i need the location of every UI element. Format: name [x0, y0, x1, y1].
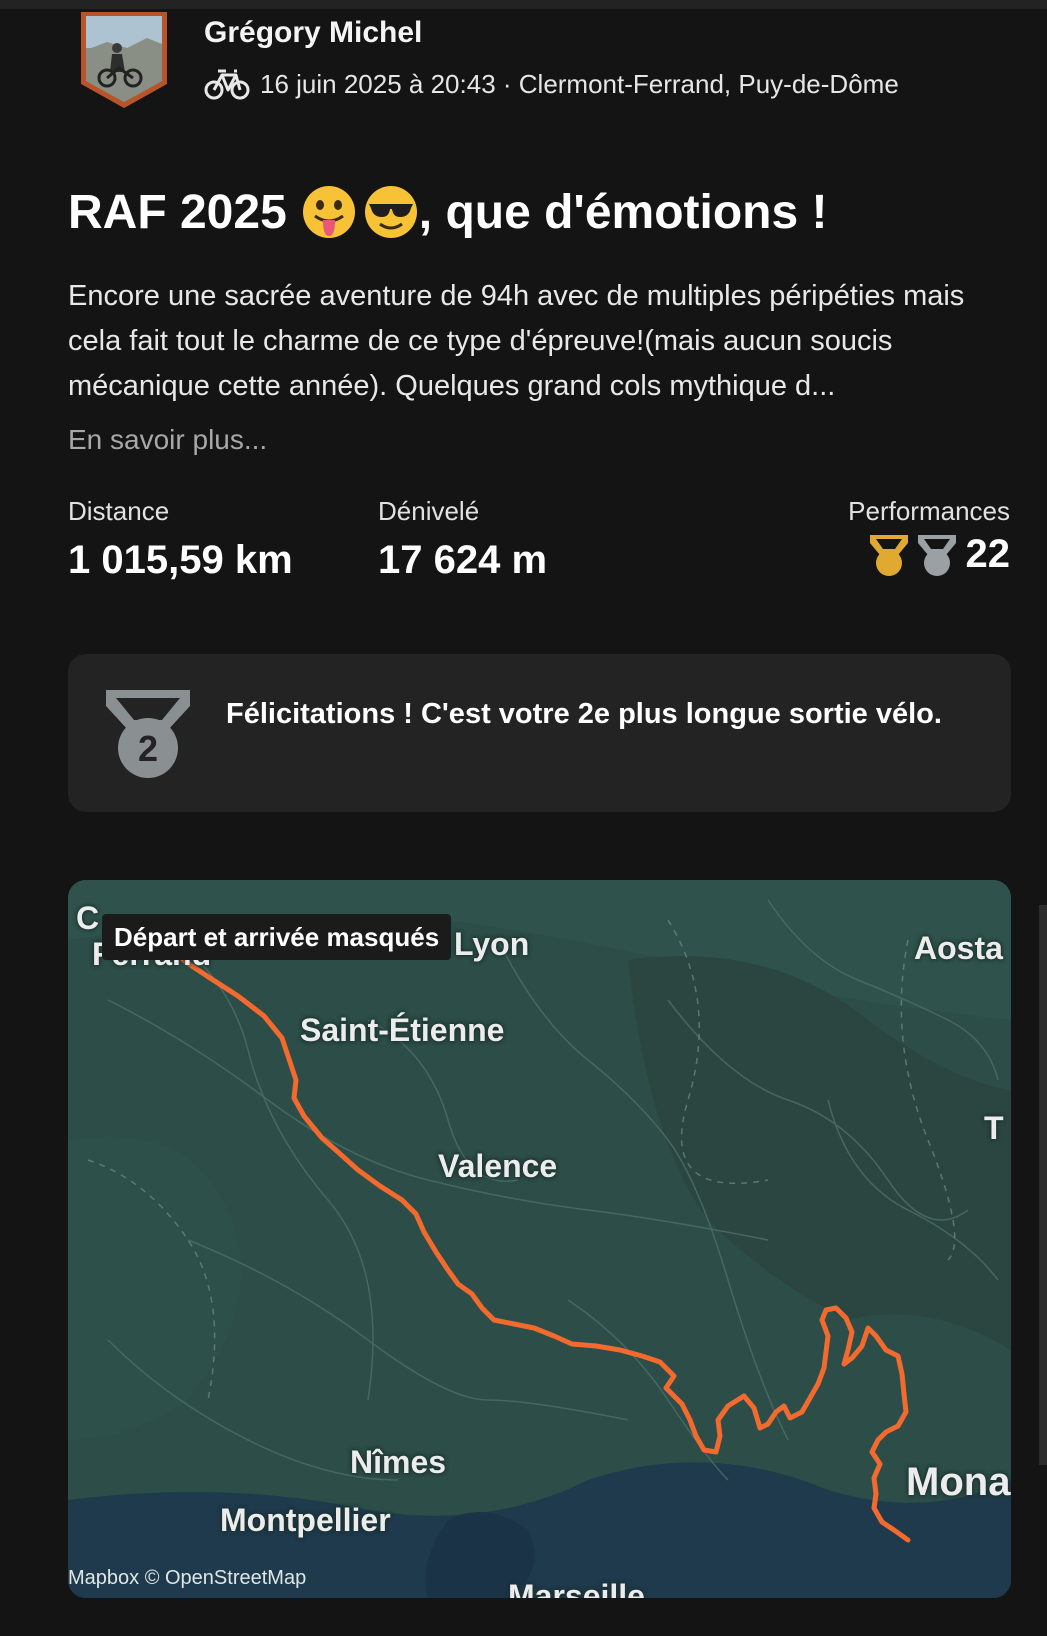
map-terrain: [68, 880, 1011, 1598]
map-label-monaco: Mona: [906, 1460, 1011, 1504]
map-label-clermont-top: C: [76, 900, 100, 936]
map-label-marseille: Marseille: [508, 1578, 645, 1598]
activity-meta: 16 juin 2025 à 20:43 · Clermont-Ferrand,…: [204, 64, 899, 104]
activity-description: Encore une sacrée aventure de 94h avec d…: [68, 280, 965, 402]
map-label-lyon: Lyon: [454, 926, 530, 962]
silver-medal-icon: [917, 534, 956, 576]
activity-title-suffix: , que d'émotions !: [418, 185, 828, 239]
bicycle-icon: [204, 69, 250, 100]
map-attribution[interactable]: Mapbox © OpenStreetMap: [68, 1567, 306, 1590]
elevation-label: Dénivelé: [378, 496, 480, 526]
performances-summary[interactable]: 22: [862, 532, 1011, 577]
meta-separator: ·: [495, 68, 519, 99]
map-label-nimes: Nîmes: [350, 1444, 447, 1480]
athlete-name[interactable]: Grégory Michel: [204, 16, 422, 50]
map-label-saint-etienne: Saint-Étienne: [300, 1012, 505, 1048]
distance-label: Distance: [68, 496, 170, 526]
athlete-avatar[interactable]: [77, 10, 171, 110]
elevation-value: 17 624 m: [378, 538, 548, 582]
map-label-turin: T: [984, 1110, 1004, 1146]
activity-datetime: 16 juin 2025 à 20:43: [260, 68, 496, 99]
tongue-out-emoji-icon: [302, 186, 355, 238]
map-label-aosta: Aosta: [914, 930, 1003, 966]
medal-number: 2: [138, 728, 158, 769]
performances-label: Performances: [848, 496, 1010, 526]
top-divider: [0, 0, 1047, 9]
activity-title[interactable]: RAF 2025 , que d'émotions !: [68, 184, 828, 240]
achievement-text: Félicitations ! C'est votre 2e plus long…: [226, 698, 942, 730]
map-label-valence: Valence: [438, 1148, 558, 1184]
next-card-edge: [1039, 905, 1047, 1465]
gold-medal-icon: [869, 534, 908, 576]
route-map[interactable]: C Ferrand Départ et arrivée masqués Lyon…: [68, 880, 1011, 1598]
activity-location: Clermont-Ferrand, Puy-de-Dôme: [518, 68, 899, 99]
map-label-montpellier: Montpellier: [220, 1502, 391, 1538]
masked-start-end-badge: Départ et arrivée masqués: [102, 914, 452, 960]
achievement-card: 2 Félicitations ! C'est votre 2e plus lo…: [68, 654, 1011, 812]
sunglasses-emoji-icon: [364, 186, 417, 238]
distance-value: 1 015,59 km: [68, 538, 293, 582]
activity-title-text: RAF 2025: [68, 185, 287, 239]
performances-count: 22: [965, 532, 1011, 576]
second-place-medal-icon: 2: [106, 690, 190, 778]
read-more-link[interactable]: En savoir plus...: [68, 424, 267, 456]
